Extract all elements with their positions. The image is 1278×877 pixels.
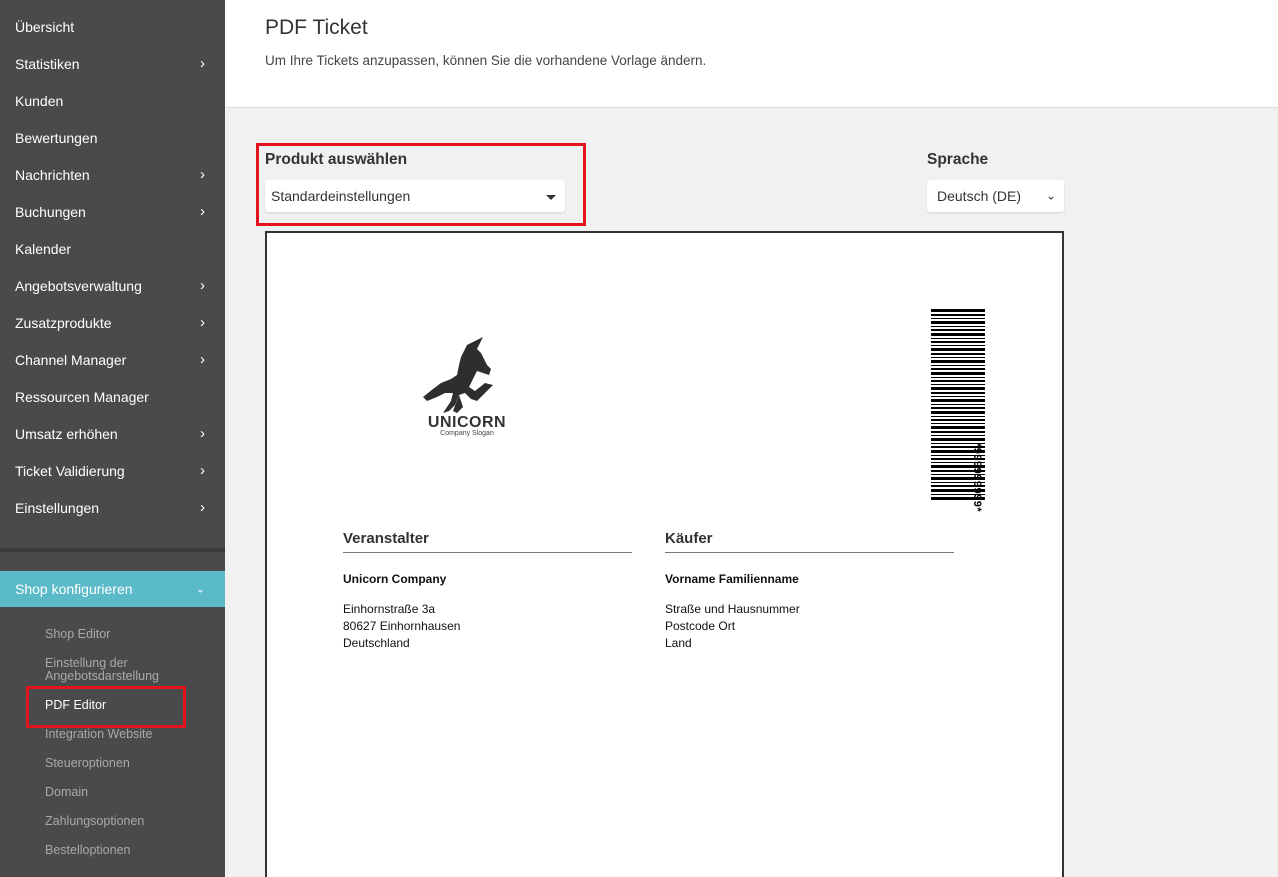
language-select[interactable]: Deutsch (DE) ⌄	[927, 180, 1064, 212]
sidebar-subitem-angebotsdarstellung[interactable]: Einstellung der Angebotsdarstellung	[45, 657, 215, 683]
address-line: Straße und Hausnummer	[665, 602, 800, 616]
sidebar-item-statistiken[interactable]: Statistiken ›	[0, 45, 225, 82]
sidebar-item-label: Statistiken	[15, 55, 80, 72]
sidebar-item-zusatzprodukte[interactable]: Zusatzprodukte ›	[0, 304, 225, 341]
sidebar-subitem-steueroptionen[interactable]: Steueroptionen	[45, 757, 215, 770]
sidebar-subitem-domain[interactable]: Domain	[45, 786, 215, 799]
highlight-box-product-select	[256, 143, 586, 226]
sidebar-subitem-shop-editor[interactable]: Shop Editor	[45, 628, 215, 641]
address-line: Postcode Ort	[665, 619, 736, 633]
sidebar-subitem-bestelloptionen[interactable]: Bestelloptionen	[45, 844, 215, 857]
sidebar-item-label: Übersicht	[15, 18, 75, 35]
sidebar-item-label: Kalender	[15, 240, 72, 257]
sidebar-item-umsatz-erhoehen[interactable]: Umsatz erhöhen ›	[0, 415, 225, 452]
sidebar-item-buchungen[interactable]: Buchungen ›	[0, 193, 225, 230]
buyer-divider	[665, 552, 954, 553]
sidebar-item-label: Ressourcen Manager	[15, 388, 149, 405]
address-line: Land	[665, 636, 692, 650]
address-line: Einhornstraße 3a	[343, 602, 436, 616]
sidebar-item-channel-manager[interactable]: Channel Manager ›	[0, 341, 225, 378]
barcode-number: *999999999*	[971, 443, 983, 513]
sidebar-item-uebersicht[interactable]: Übersicht	[0, 8, 225, 45]
sidebar-item-label: Channel Manager	[15, 351, 127, 368]
chevron-right-icon: ›	[200, 313, 205, 331]
language-select-value: Deutsch (DE)	[937, 188, 1022, 204]
chevron-down-icon: ⌄	[195, 583, 205, 596]
sidebar-subitem-zahlungsoptionen[interactable]: Zahlungsoptionen	[45, 815, 215, 828]
chevron-right-icon: ›	[200, 202, 205, 220]
buyer-address: Straße und Hausnummer Postcode Ort Land	[665, 601, 800, 652]
organizer-heading: Veranstalter	[343, 530, 429, 547]
sidebar-item-ressourcen-manager[interactable]: Ressourcen Manager	[0, 378, 225, 415]
organizer-name: Unicorn Company	[343, 572, 447, 586]
chevron-down-icon: ⌄	[1045, 188, 1056, 203]
sidebar-item-bewertungen[interactable]: Bewertungen	[0, 119, 225, 156]
sidebar-item-kalender[interactable]: Kalender	[0, 230, 225, 267]
sidebar-item-angebotsverwaltung[interactable]: Angebotsverwaltung ›	[0, 267, 225, 304]
sidebar-item-ticket-validierung[interactable]: Ticket Validierung ›	[0, 452, 225, 489]
chevron-right-icon: ›	[200, 165, 205, 183]
sidebar-item-label: Einstellungen	[15, 499, 100, 516]
sidebar-item-label: Buchungen	[15, 203, 86, 220]
address-line: Deutschland	[343, 636, 410, 650]
sidebar-section-shop-konfigurieren[interactable]: Shop konfigurieren ⌄	[0, 571, 225, 607]
chevron-right-icon: ›	[200, 276, 205, 294]
sidebar-item-label: Ticket Validierung	[15, 462, 125, 479]
buyer-heading: Käufer	[665, 530, 713, 547]
chevron-right-icon: ›	[200, 424, 205, 442]
highlight-box-pdf-editor	[26, 686, 186, 728]
organizer-divider	[343, 552, 632, 553]
organizer-address: Einhornstraße 3a 80627 Einhornhausen Deu…	[343, 601, 460, 652]
sidebar-item-label: Umsatz erhöhen	[15, 425, 118, 442]
sidebar-item-label: Bewertungen	[15, 129, 98, 146]
chevron-right-icon: ›	[200, 350, 205, 368]
page-header: PDF Ticket Um Ihre Tickets anzupassen, k…	[225, 0, 1278, 108]
sidebar-subitem-integration-website[interactable]: Integration Website	[45, 728, 215, 741]
sidebar-item-label: Angebotsverwaltung	[15, 277, 142, 294]
sidebar-item-kunden[interactable]: Kunden	[0, 82, 225, 119]
chevron-right-icon: ›	[200, 54, 205, 72]
chevron-right-icon: ›	[200, 498, 205, 516]
page-subtitle: Um Ihre Tickets anzupassen, können Sie d…	[265, 53, 707, 68]
language-select-label: Sprache	[927, 151, 989, 168]
chevron-right-icon: ›	[200, 461, 205, 479]
logo-slogan: Company Slogan	[440, 430, 494, 437]
sidebar-item-label: Nachrichten	[15, 166, 90, 183]
sidebar-item-label: Zusatzprodukte	[15, 314, 112, 331]
sidebar: Übersicht Statistiken › Kunden Bewertunge…	[0, 0, 225, 877]
sidebar-item-einstellungen[interactable]: Einstellungen ›	[0, 489, 225, 526]
sidebar-item-nachrichten[interactable]: Nachrichten ›	[0, 156, 225, 193]
sidebar-section-label: Shop konfigurieren	[15, 581, 133, 597]
buyer-name: Vorname Familienname	[665, 572, 799, 586]
page-title: PDF Ticket	[265, 16, 368, 39]
sidebar-item-label: Kunden	[15, 92, 64, 109]
address-line: 80627 Einhornhausen	[343, 619, 461, 633]
sidebar-divider	[0, 548, 225, 552]
